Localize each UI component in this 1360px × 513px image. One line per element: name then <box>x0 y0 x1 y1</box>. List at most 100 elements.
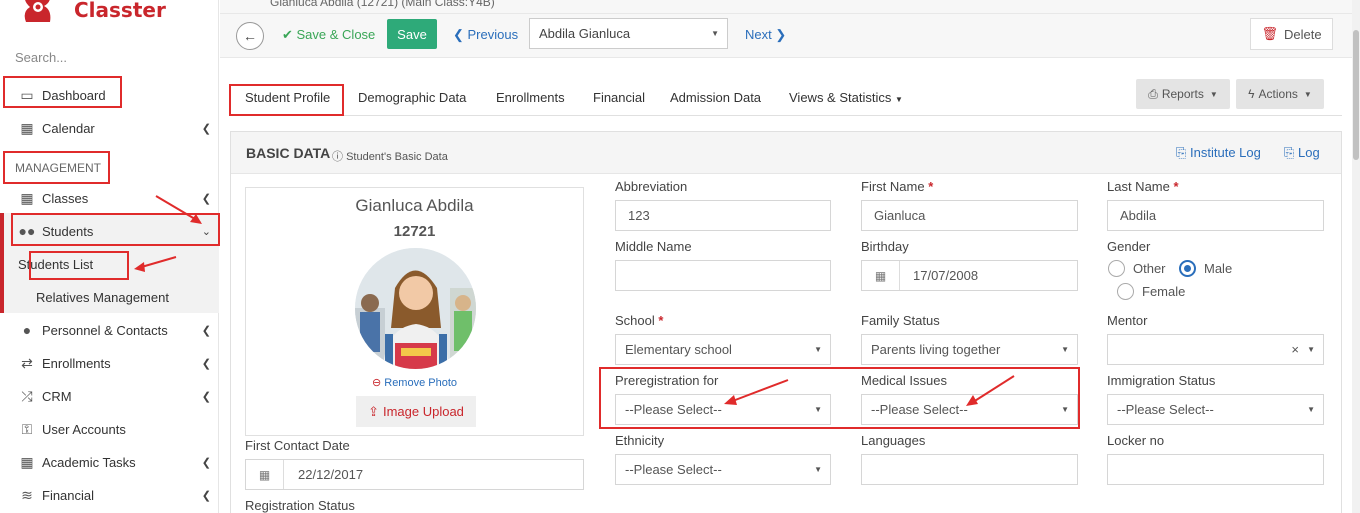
middle-name-label: Middle Name <box>615 239 692 254</box>
person-icon: ● <box>22 322 32 338</box>
languages-field[interactable] <box>861 454 1078 485</box>
sidebar-item-relatives-management[interactable]: Relatives Management <box>36 282 216 312</box>
radio-circle-selected <box>1179 260 1196 277</box>
last-name-label: Last Name * <box>1107 179 1179 194</box>
sidebar-item-crm[interactable]: ⤮ CRM ❮ <box>0 381 219 411</box>
mentor-select[interactable]: × ▼ <box>1107 334 1324 365</box>
grid-icon: ▦ <box>20 453 34 470</box>
sidebar-item-personnel[interactable]: ● Personnel & Contacts ❮ <box>0 315 219 345</box>
actions-button[interactable]: ϟ Actions ▼ <box>1236 79 1324 109</box>
last-name-label-text: Last Name <box>1107 179 1170 194</box>
first-name-label: First Name * <box>861 179 934 194</box>
middle-name-field[interactable] <box>615 260 831 291</box>
chevron-left-icon: ❮ <box>201 456 211 469</box>
breadcrumb: Gianluca Abdila (12721) (Main Class:Y4B) <box>270 0 495 9</box>
delete-button[interactable]: 🗑 Delete <box>1250 18 1333 50</box>
arrow-left-icon: ← <box>243 28 257 44</box>
sidebar-item-label: Classes <box>42 190 89 206</box>
institute-log-link[interactable]: ⎘ Institute Log <box>1176 145 1261 161</box>
student-name: Gianluca Abdila <box>355 196 474 215</box>
gender-radio-male[interactable]: Male <box>1179 260 1232 277</box>
first-contact-value: 22/12/2017 <box>298 467 364 482</box>
previous-button[interactable]: ❮ Previous <box>453 27 518 43</box>
first-name-label-text: First Name <box>861 179 925 194</box>
tab-financial[interactable]: Financial <box>593 90 645 105</box>
classes-icon: ▦ <box>20 189 34 206</box>
scrollbar-thumb[interactable] <box>1353 30 1359 160</box>
annotation-arrow <box>134 256 177 272</box>
sidebar-item-label: Relatives Management <box>36 289 169 305</box>
minus-circle-icon: ⊖ <box>371 377 382 389</box>
sidebar-item-academic-tasks[interactable]: ▦ Academic Tasks ❮ <box>0 447 219 477</box>
gender-radio-female[interactable]: Female <box>1117 283 1185 300</box>
coins-icon: ≋ <box>21 486 33 503</box>
save-close-label: Save & Close <box>296 27 376 42</box>
logo[interactable]: Classter <box>18 0 166 22</box>
tab-bar: Student Profile Demographic Data Enrollm… <box>230 79 1342 116</box>
sidebar-item-enrollments[interactable]: ⇄ Enrollments ❮ <box>0 348 219 378</box>
sidebar-item-label: Enrollments <box>42 355 111 371</box>
next-button[interactable]: Next ❯ <box>745 27 786 43</box>
annotation-box <box>3 76 122 108</box>
sidebar-item-calendar[interactable]: ▦ Calendar ❮ <box>0 113 219 143</box>
first-contact-date-field[interactable]: ▦ 22/12/2017 <box>245 459 584 490</box>
profile-card: Gianluca Abdila 12721 ⊖ Remove Photo ⇪ I… <box>245 187 584 436</box>
immigration-select[interactable]: --Please Select-- ▼ <box>1107 394 1324 425</box>
sidebar-item-label: CRM <box>42 388 72 404</box>
sidebar-search-input[interactable]: Search... <box>15 50 67 65</box>
ethnicity-value: --Please Select-- <box>625 462 722 477</box>
locker-field[interactable] <box>1107 454 1324 485</box>
student-select[interactable]: Abdila Gianluca ▼ <box>529 18 728 49</box>
clear-icon[interactable]: × <box>1291 342 1299 357</box>
sidebar-item-financial[interactable]: ≋ Financial ❮ <box>0 480 219 510</box>
chevron-left-icon: ❮ <box>201 357 211 370</box>
caret-down-icon: ▼ <box>814 465 822 474</box>
image-upload-button[interactable]: ⇪ Image Upload <box>356 396 476 427</box>
ethnicity-select[interactable]: --Please Select-- ▼ <box>615 454 831 485</box>
abbreviation-field[interactable]: 123 <box>615 200 831 231</box>
annotation-box <box>229 84 344 116</box>
reports-button[interactable]: ⎙ Reports ▼ <box>1136 79 1230 109</box>
actions-label: Actions <box>1258 87 1298 101</box>
tab-admission-data[interactable]: Admission Data <box>670 90 761 105</box>
page-scrollbar[interactable] <box>1352 0 1360 513</box>
caret-down-icon: ▼ <box>1307 345 1315 354</box>
bolt-icon: ϟ <box>1248 87 1255 101</box>
sidebar-item-user-accounts[interactable]: ⚿ User Accounts <box>0 414 219 444</box>
toolbar: ← ✔ Save & Close Save ❮ Previous Abdila … <box>220 14 1352 58</box>
sidebar: Classter Search... ▭ Dashboard ▦ Calenda… <box>0 0 220 513</box>
delete-label: Delete <box>1283 26 1322 42</box>
locker-label: Locker no <box>1107 433 1165 448</box>
ethnicity-label: Ethnicity <box>615 433 665 448</box>
family-status-select[interactable]: Parents living together ▼ <box>861 334 1078 365</box>
school-select[interactable]: Elementary school ▼ <box>615 334 831 365</box>
radio-circle <box>1117 283 1134 300</box>
printer-icon: ⎙ <box>1148 86 1158 101</box>
tab-demographic-data[interactable]: Demographic Data <box>358 90 466 105</box>
save-button[interactable]: Save <box>387 19 437 49</box>
sidebar-item-label: Calendar <box>42 120 95 136</box>
back-button[interactable]: ← <box>236 22 264 50</box>
remove-photo-link[interactable]: ⊖ Remove Photo <box>246 376 583 389</box>
next-label: Next <box>745 27 772 42</box>
registration-status-label: Registration Status <box>245 498 355 513</box>
tab-views-statistics[interactable]: Views & Statistics ▼ <box>789 90 903 105</box>
school-label: School * <box>615 313 664 328</box>
log-link[interactable]: ⎘ Log <box>1284 145 1320 161</box>
last-name-field[interactable]: Abdila <box>1107 200 1324 231</box>
log-icon: ⎘ <box>1176 145 1187 160</box>
gender-radio-other[interactable]: Other <box>1108 260 1166 277</box>
classter-logo-icon <box>18 0 58 22</box>
save-close-button[interactable]: ✔ Save & Close <box>282 27 375 43</box>
upload-icon: ⇪ <box>368 403 379 419</box>
birthday-field[interactable]: ▦ 17/07/2008 <box>861 260 1078 291</box>
immigration-value: --Please Select-- <box>1117 402 1214 417</box>
main-content: Gianluca Abdila (12721) (Main Class:Y4B)… <box>220 0 1352 513</box>
tab-enrollments[interactable]: Enrollments <box>496 90 565 105</box>
app-name: Classter <box>74 0 166 22</box>
student-id: 12721 <box>393 223 436 240</box>
sidebar-item-label: User Accounts <box>42 421 126 437</box>
first-name-field[interactable]: Gianluca <box>861 200 1078 231</box>
shuffle-icon: ⤮ <box>21 387 33 404</box>
institute-log-label: Institute Log <box>1190 145 1261 160</box>
